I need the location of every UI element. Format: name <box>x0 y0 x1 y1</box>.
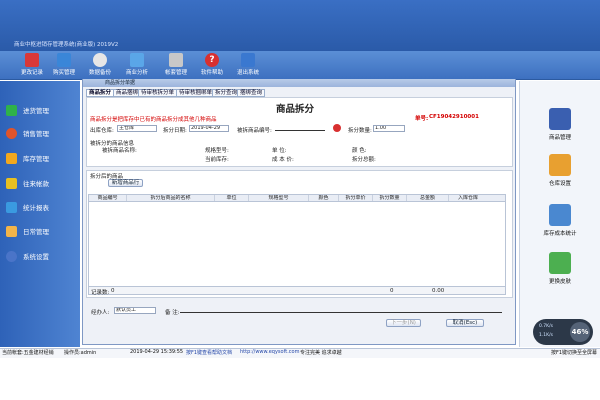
qty-field[interactable]: 1.00 <box>373 125 405 132</box>
chart-icon <box>6 201 17 213</box>
grid-header: 商品编号 拆分后商品的名称 单位 规格型号 颜色 拆分单价 拆分数量 总金额 入… <box>88 194 506 202</box>
cart-icon <box>57 53 71 67</box>
remark-label: 备 注: <box>165 310 180 316</box>
split-description: 商品拆分是把库存中已有的商品拆分成其他几种商品 <box>90 117 217 123</box>
total-label: 拆分总额: <box>352 157 376 163</box>
usage-percent: 46% <box>570 322 590 342</box>
tab-bundle-query[interactable]: 捆绑查询 <box>237 89 266 97</box>
split-window-title: 商品拆分单据 <box>105 80 136 86</box>
stock-label: 当前库存: <box>205 157 229 163</box>
col-warehouse[interactable]: 入库仓库 <box>449 195 487 201</box>
remark-field[interactable] <box>180 307 502 313</box>
plus-icon <box>6 104 17 116</box>
spec-label: 规格型号: <box>205 148 229 154</box>
chart-icon <box>130 53 144 67</box>
date-picker[interactable]: 2019-04-29 <box>189 125 229 132</box>
sidebar-item-inventory[interactable]: 库存管理 <box>6 150 78 166</box>
toolbar-button-purchase[interactable]: 购买管理 <box>44 52 84 79</box>
color-label: 颜 色: <box>352 148 367 154</box>
doc-no-label: 单号: <box>415 116 429 122</box>
toolbar-button-backup[interactable]: 数据备份 <box>80 52 120 79</box>
tab-pending-split[interactable]: 待审核拆分单 <box>138 89 178 97</box>
help-icon: ? <box>205 53 219 67</box>
status-help-link[interactable]: 按F1键查看帮助文档 <box>186 349 232 356</box>
status-operator: 操作员:admin <box>64 350 97 356</box>
dollar-icon <box>6 177 17 189</box>
doc-no-value: CF19042910001 <box>429 114 479 120</box>
book-icon <box>549 108 571 130</box>
app-title: 商业中枢进销存管理系统(商业版) 2019V2 <box>14 42 119 48</box>
unit-label: 单 位: <box>272 148 287 154</box>
record-count-label: 记录数: <box>91 290 110 296</box>
source-name-label: 被拆商品名称: <box>102 148 137 154</box>
upload-speed: 0.7K/s <box>539 324 553 329</box>
gear-icon <box>6 250 17 262</box>
cancel-button[interactable]: 取消(Esc) <box>446 319 484 327</box>
col-unit-price[interactable]: 拆分单价 <box>339 195 373 201</box>
tab-split[interactable]: 商品拆分 <box>86 89 115 97</box>
toolbar-button-help[interactable]: ? 软件帮助 <box>192 52 232 79</box>
download-speed: 1.1K/s <box>539 333 553 338</box>
grid-body[interactable] <box>88 202 506 286</box>
item-code-label: 被拆商品编号: <box>237 128 272 134</box>
add-row-button[interactable]: 新增商品行 <box>108 179 143 187</box>
exit-icon <box>241 53 255 67</box>
qty-label: 拆分数量: <box>348 128 372 134</box>
col-amount[interactable]: 总金额 <box>407 195 449 201</box>
status-slogan: 专注完美 追求卓越 <box>300 350 342 356</box>
out-warehouse-label: 出库仓库: <box>90 128 114 134</box>
sidebar-item-settings[interactable]: 系统设置 <box>6 248 78 264</box>
shortcut-warehouse[interactable]: 仓库设置 <box>525 154 595 187</box>
notebook-icon <box>25 53 39 67</box>
cube-icon <box>549 252 571 274</box>
toolbar-button-accounts[interactable]: 帐套管理 <box>156 52 196 79</box>
tools-icon <box>169 53 183 67</box>
pie-icon <box>6 127 17 139</box>
status-hint: 按F1键切换至全屏幕 <box>551 350 598 356</box>
sum-qty: 0 <box>390 288 394 294</box>
toolbar-button-analysis[interactable]: 商业分析 <box>117 52 157 79</box>
status-company: 当前帐套:五金建材经销 <box>2 350 54 356</box>
network-speed-widget[interactable]: 0.7K/s 1.1K/s 46% <box>533 319 593 345</box>
shortcut-cost-stats[interactable]: 库存成本统计 <box>525 204 595 237</box>
star-icon <box>6 152 17 164</box>
magnifier-icon <box>93 53 107 67</box>
sidebar-item-sales[interactable]: 销售管理 <box>6 125 78 141</box>
sidebar-item-accounts[interactable]: 往来帐款 <box>6 175 78 191</box>
shortcut-skin[interactable]: 更换皮肤 <box>525 252 595 285</box>
title-bar: 商业中枢进销存管理系统(商业版) 2019V2 <box>0 0 600 52</box>
next-button[interactable]: 下一步(N) <box>386 319 421 327</box>
tab-pending-bundle[interactable]: 待审核捆绑单 <box>176 89 216 97</box>
stats-icon <box>549 204 571 226</box>
sidebar-item-purchase[interactable]: 进货管理 <box>6 102 78 118</box>
col-spec[interactable]: 规格型号 <box>249 195 309 201</box>
page-title: 商品拆分 <box>276 104 315 115</box>
tab-bundle[interactable]: 商品捆绑 <box>113 89 142 97</box>
sidebar-item-reports[interactable]: 统计报表 <box>6 199 78 215</box>
out-warehouse-select[interactable]: 主仓库 <box>117 125 157 132</box>
shortcut-goods[interactable]: 商品管理 <box>525 108 595 141</box>
col-color[interactable]: 颜色 <box>309 195 339 201</box>
handler-label: 经办人: <box>91 310 110 316</box>
toolbar-button-exit[interactable]: 退出系统 <box>228 52 268 79</box>
split-window-titlebar: 商品拆分单据 <box>83 79 515 87</box>
tab-split-query[interactable]: 拆分查询 <box>212 89 241 97</box>
sidebar-item-daily[interactable]: 日常管理 <box>6 223 78 239</box>
col-unit[interactable]: 单位 <box>215 195 249 201</box>
sum-amount: 0.00 <box>432 288 445 294</box>
col-qty[interactable]: 拆分数量 <box>373 195 407 201</box>
house-icon <box>549 154 571 176</box>
search-icon[interactable] <box>333 124 341 132</box>
col-item-code[interactable]: 商品编号 <box>89 195 127 201</box>
status-datetime: 2019-04-29 15:39:55 <box>130 349 184 355</box>
date-label: 拆分日期: <box>163 128 187 134</box>
status-website-link[interactable]: http://www.eqysoft.com <box>240 349 300 355</box>
folder-icon <box>6 225 17 237</box>
handler-select[interactable]: 默认员工 <box>114 307 156 314</box>
record-count-value: 0 <box>111 288 115 294</box>
col-item-name[interactable]: 拆分后商品的名称 <box>127 195 215 201</box>
item-code-field[interactable] <box>275 125 325 131</box>
cost-label: 成 本 价: <box>272 157 294 163</box>
